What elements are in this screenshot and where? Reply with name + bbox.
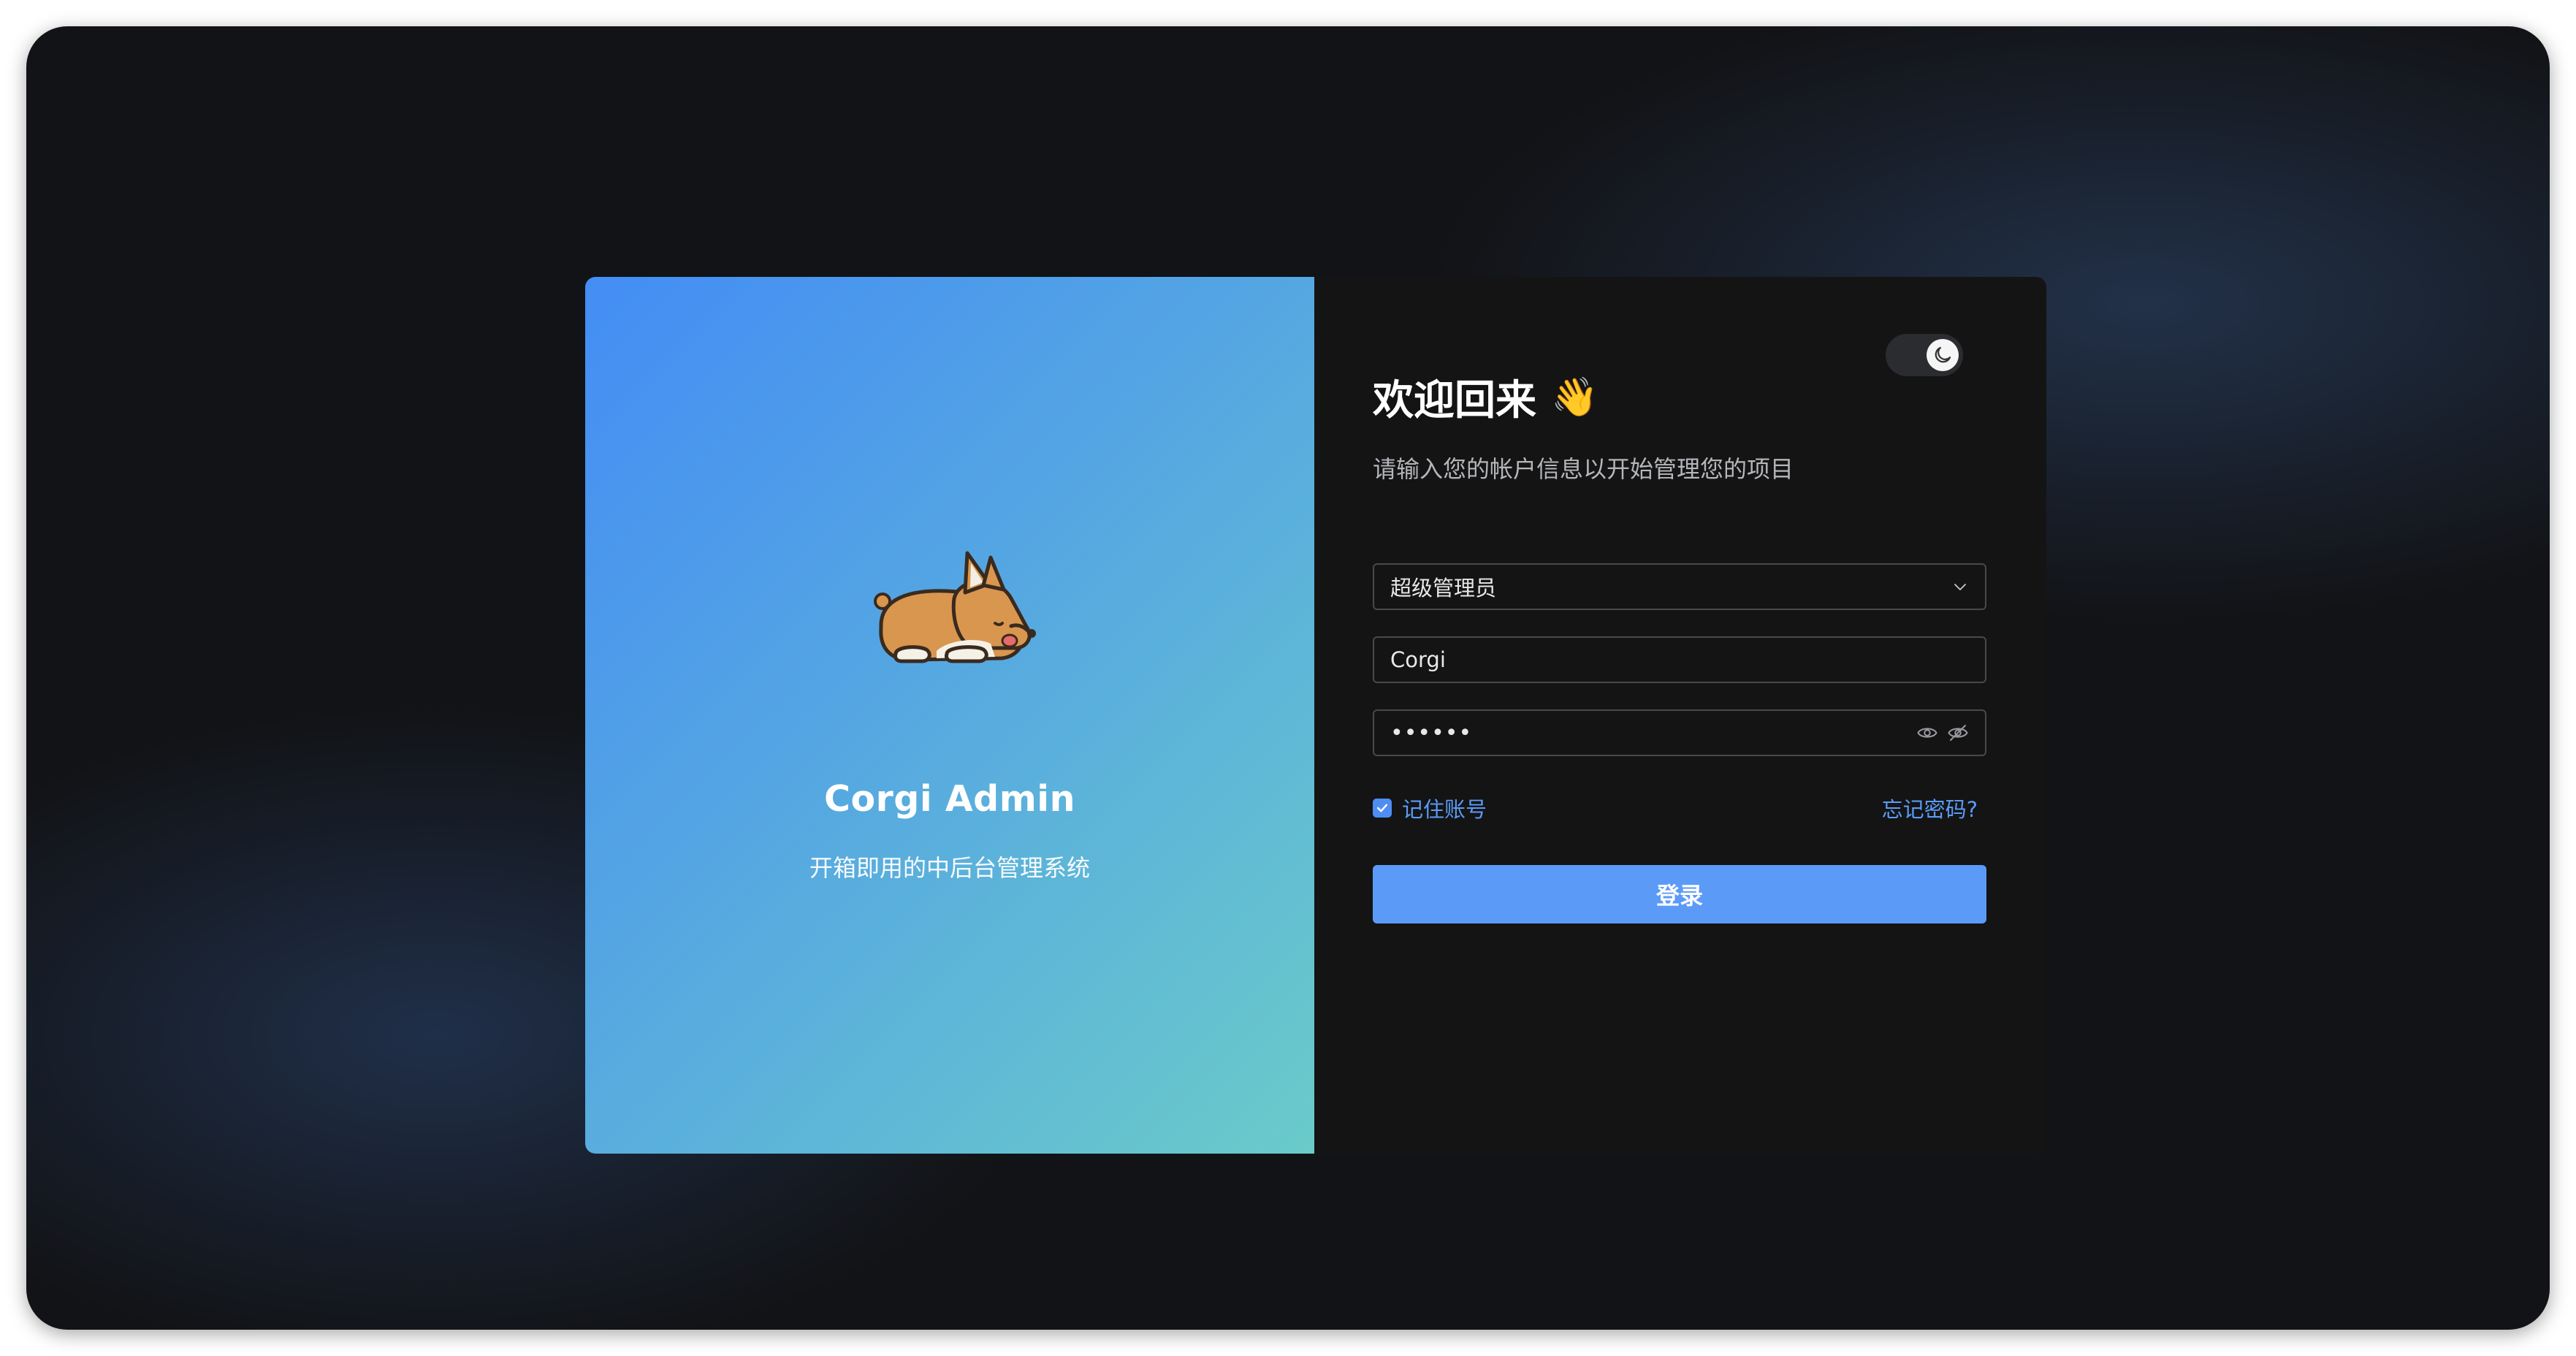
- role-select[interactable]: 超级管理员: [1373, 563, 1986, 610]
- password-input[interactable]: ••••••: [1373, 709, 1986, 756]
- login-form-panel: 欢迎回来 👋 请输入您的帐户信息以开始管理您的项目 超级管理员 Corgi ••…: [1314, 277, 2046, 1154]
- app-window: Corgi Admin 开箱即用的中后台管理系统 欢迎回来 👋 请输入您的帐户信…: [26, 26, 2550, 1330]
- password-icons: [1916, 722, 1969, 744]
- welcome-heading: 欢迎回来 👋: [1373, 367, 1598, 427]
- username-value: Corgi: [1390, 647, 1446, 672]
- remember-account[interactable]: 记住账号: [1373, 793, 1487, 823]
- waving-hand-icon: 👋: [1551, 376, 1598, 419]
- login-button[interactable]: 登录: [1373, 865, 1986, 923]
- checkmark-icon: [1376, 804, 1388, 812]
- username-input[interactable]: Corgi: [1373, 636, 1986, 683]
- brand-title: Corgi Admin: [824, 778, 1075, 820]
- password-value: ••••••: [1390, 720, 1473, 746]
- theme-toggle[interactable]: [1886, 334, 1963, 376]
- corgi-logo-icon: [874, 551, 1036, 663]
- remember-checkbox[interactable]: [1373, 799, 1392, 818]
- moon-icon: [1935, 346, 1951, 363]
- forgot-password-link[interactable]: 忘记密码?: [1882, 793, 1978, 823]
- brand-subtitle: 开箱即用的中后台管理系统: [809, 854, 1090, 882]
- eye-icon[interactable]: [1916, 722, 1938, 744]
- welcome-subtitle: 请输入您的帐户信息以开始管理您的项目: [1373, 455, 1794, 483]
- theme-toggle-knob: [1927, 339, 1959, 371]
- role-select-value: 超级管理员: [1390, 576, 1497, 601]
- eye-off-icon[interactable]: [1947, 722, 1969, 744]
- brand-panel: Corgi Admin 开箱即用的中后台管理系统: [585, 277, 1314, 1154]
- chevron-down-icon: [1954, 584, 1966, 590]
- welcome-title: 欢迎回来: [1373, 377, 1536, 424]
- remember-label: 记住账号: [1402, 797, 1487, 822]
- login-card: Corgi Admin 开箱即用的中后台管理系统 欢迎回来 👋 请输入您的帐户信…: [585, 277, 2046, 1154]
